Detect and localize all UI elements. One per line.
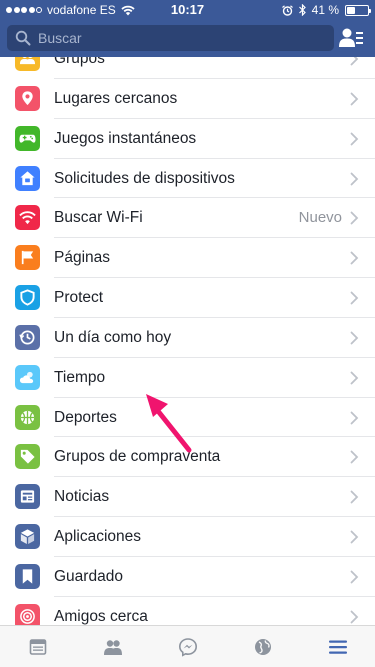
menu-item-label: Buscar Wi-Fi <box>54 209 143 227</box>
messenger-tab[interactable] <box>150 626 225 667</box>
location-pin-icon <box>15 85 40 111</box>
news-feed-tab-icon <box>29 638 46 655</box>
chevron-right-icon <box>350 530 359 544</box>
menu-item-label: Lugares cercanos <box>54 89 178 107</box>
top-bar: vodafone ES 10:17 41 % Buscar <box>0 0 375 57</box>
menu-item-aplicaciones[interactable]: Aplicaciones <box>0 517 375 557</box>
sports-ball-icon <box>15 404 40 430</box>
history-clock-icon <box>15 324 40 350</box>
bottom-tab-bar <box>0 625 375 667</box>
chevron-right-icon <box>350 172 359 185</box>
news-feed-tab[interactable] <box>0 626 75 667</box>
friends-tab-icon <box>103 639 122 655</box>
annotation-arrow <box>146 394 192 453</box>
price-tag-icon <box>15 444 40 470</box>
messenger-tab-icon <box>178 637 197 657</box>
cloud-sun-icon <box>15 364 40 390</box>
gamepad-icon <box>15 125 40 151</box>
menu-list: Grupos Lugares cercanos Juegos instantáneo… <box>0 57 375 625</box>
menu-item-noticias[interactable]: Noticias <box>0 477 375 517</box>
menu-item-label: Amigos cerca <box>54 607 148 625</box>
status-right: 41 % <box>281 3 371 17</box>
chevron-right-icon <box>350 490 359 504</box>
menu-item-label: Noticias <box>54 488 110 506</box>
bluetooth-icon <box>298 4 306 16</box>
menu-item-un-dia-como-hoy[interactable]: Un día como hoy <box>0 318 375 358</box>
globe-tab[interactable] <box>225 626 300 667</box>
chevron-right-icon <box>350 291 359 305</box>
chevron-right-icon <box>350 57 359 66</box>
menu-item-label: Grupos <box>54 57 105 67</box>
menu-item-label: Aplicaciones <box>54 528 142 546</box>
battery-icon <box>345 4 371 16</box>
menu-item-lugares-cercanos[interactable]: Lugares cercanos <box>0 79 375 119</box>
chevron-right-icon <box>350 251 359 265</box>
menu-tab[interactable] <box>300 626 375 667</box>
bookmark-icon <box>15 563 40 589</box>
menu-item-paginas[interactable]: Páginas <box>0 238 375 278</box>
menu-item-label: Solicitudes de dispositivos <box>54 169 235 187</box>
chevron-right-icon <box>350 211 359 225</box>
menu-item-grupos[interactable]: Grupos <box>0 57 375 79</box>
search-box[interactable]: Buscar <box>7 25 334 51</box>
battery-percent: 41 % <box>311 3 339 17</box>
search-icon <box>15 30 31 46</box>
menu-item-guardado[interactable]: Guardado <box>0 557 375 597</box>
chevron-right-icon <box>350 411 359 424</box>
menu-item-label: Grupos de compraventa <box>54 448 221 466</box>
device-home-icon <box>15 165 40 191</box>
cube-icon <box>15 524 40 550</box>
chevron-right-icon <box>350 570 359 584</box>
status-bar: vodafone ES 10:17 41 % <box>0 0 375 20</box>
chevron-right-icon <box>350 610 359 624</box>
menu-item-label: Deportes <box>54 408 117 426</box>
menu-item-protect[interactable]: Protect <box>0 278 375 318</box>
chevron-right-icon <box>350 331 359 345</box>
menu-item-amigos-cerca[interactable]: Amigos cerca <box>0 597 375 625</box>
friends-tab[interactable] <box>75 626 150 667</box>
menu-item-juegos-instantaneos[interactable]: Juegos instantáneos <box>0 119 375 159</box>
chevron-right-icon <box>350 371 359 385</box>
chevron-right-icon <box>350 451 359 464</box>
menu-item-label: Un día como hoy <box>54 328 172 346</box>
alarm-icon <box>281 4 293 16</box>
chevron-right-icon <box>350 92 359 106</box>
menu-tab-icon <box>328 640 347 654</box>
menu-item-label: Juegos instantáneos <box>54 129 197 147</box>
menu-item-label: Protect <box>54 289 104 307</box>
radar-icon <box>15 603 40 625</box>
chevron-right-icon <box>350 132 359 146</box>
menu-item-label: Páginas <box>54 249 111 267</box>
menu-item-label: Tiempo <box>54 368 106 386</box>
globe-tab-icon <box>254 638 271 655</box>
menu-item-solicitudes-de-dispositivos[interactable]: Solicitudes de dispositivos <box>0 159 375 199</box>
groups-icon <box>15 57 40 71</box>
wifi-icon <box>15 205 40 231</box>
menu-item-label: Guardado <box>54 567 123 585</box>
menu-item-buscar-wi-fi[interactable]: Buscar Wi-Fi Nuevo <box>0 198 375 239</box>
search-input[interactable]: Buscar <box>38 30 82 46</box>
find-friends-icon[interactable] <box>339 27 363 49</box>
new-badge: Nuevo <box>298 209 342 227</box>
shield-icon <box>15 285 40 311</box>
flag-icon <box>15 245 40 271</box>
news-feed-icon <box>15 484 40 510</box>
